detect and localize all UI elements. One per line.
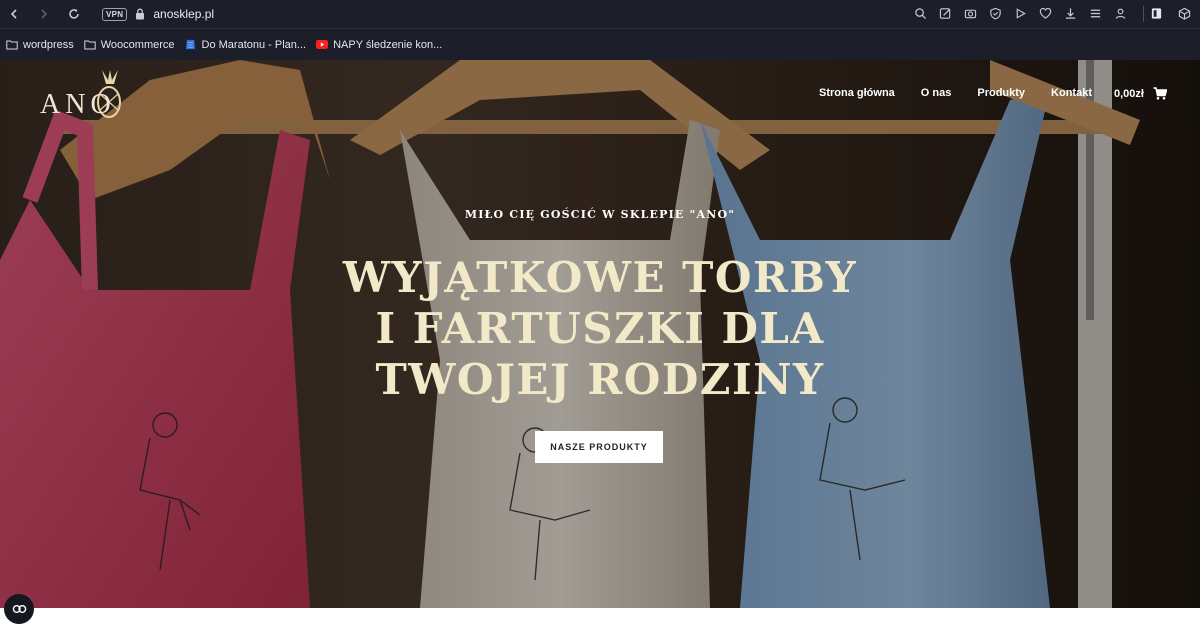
profile-icon[interactable] <box>1112 4 1128 22</box>
lock-icon <box>135 8 145 20</box>
heart-icon[interactable] <box>1037 4 1053 22</box>
extension-icon[interactable] <box>1148 5 1164 21</box>
toolbar-separator <box>1143 6 1144 22</box>
reload-icon[interactable] <box>64 4 84 24</box>
browser-toolbar: VPN anosklep.pl <box>0 0 1200 28</box>
bookmark-label: wordpress <box>23 38 74 51</box>
bookmark-label: Do Maratonu - Plan... <box>201 38 307 51</box>
bookmarks-bar: wordpress Woocommerce Do Maratonu - Plan… <box>0 28 1200 60</box>
cart-widget[interactable]: 0,00zł <box>1114 87 1167 100</box>
cookie-settings-icon[interactable] <box>4 594 34 624</box>
nav-home[interactable]: Strona główna <box>819 87 895 99</box>
bookmark-wordpress[interactable]: wordpress <box>6 39 74 51</box>
camera-icon[interactable] <box>962 4 978 22</box>
hero-subtitle: MIŁO CIĘ GOŚCIĆ W SKLEPIE "ANO" <box>464 208 736 221</box>
headline-line-2: I FARTUSZKI DLA <box>375 304 825 353</box>
folder-icon <box>6 39 18 50</box>
nav-contact[interactable]: Kontakt <box>1051 87 1092 99</box>
back-icon[interactable] <box>4 4 24 24</box>
address-bar[interactable]: anosklep.pl <box>153 7 214 21</box>
shield-icon[interactable] <box>987 4 1003 22</box>
our-products-button[interactable]: NASZE PRODUKTY <box>535 431 663 463</box>
play-icon[interactable] <box>1012 4 1028 22</box>
download-icon[interactable] <box>1062 4 1078 22</box>
cube-icon[interactable] <box>1176 5 1192 21</box>
page-below-hero <box>0 608 1200 632</box>
folder-icon <box>84 39 96 50</box>
menu-icon[interactable] <box>1087 4 1103 22</box>
search-icon[interactable] <box>912 4 928 22</box>
logo-text[interactable]: ANO <box>40 89 116 121</box>
hero-banner: ANO Strona główna O nas Produkty Kontakt… <box>0 60 1200 608</box>
nav-about[interactable]: O nas <box>921 87 952 99</box>
edit-icon[interactable] <box>937 4 953 22</box>
bookmark-napy[interactable]: NAPY śledzenie kon... <box>316 39 442 51</box>
forward-icon[interactable] <box>34 4 54 24</box>
youtube-icon <box>316 39 329 50</box>
headline-line-1: WYJĄTKOWE TORBY <box>342 253 858 302</box>
bookmark-do-maratonu[interactable]: Do Maratonu - Plan... <box>185 38 307 51</box>
cart-icon <box>1153 87 1167 100</box>
vpn-badge[interactable]: VPN <box>102 7 128 21</box>
main-navigation: Strona główna O nas Produkty Kontakt <box>819 87 1118 99</box>
cart-total: 0,00zł <box>1114 87 1144 100</box>
hero-headline: WYJĄTKOWE TORBY I FARTUSZKI DLA TWOJEJ R… <box>0 252 1200 405</box>
bookmark-woocommerce[interactable]: Woocommerce <box>84 39 175 51</box>
bookmark-label: Woocommerce <box>100 38 175 51</box>
headline-line-3: TWOJEJ RODZINY <box>375 355 825 404</box>
bookmark-label: NAPY śledzenie kon... <box>333 38 443 51</box>
sheet-icon <box>185 39 197 50</box>
nav-products[interactable]: Produkty <box>977 87 1025 99</box>
